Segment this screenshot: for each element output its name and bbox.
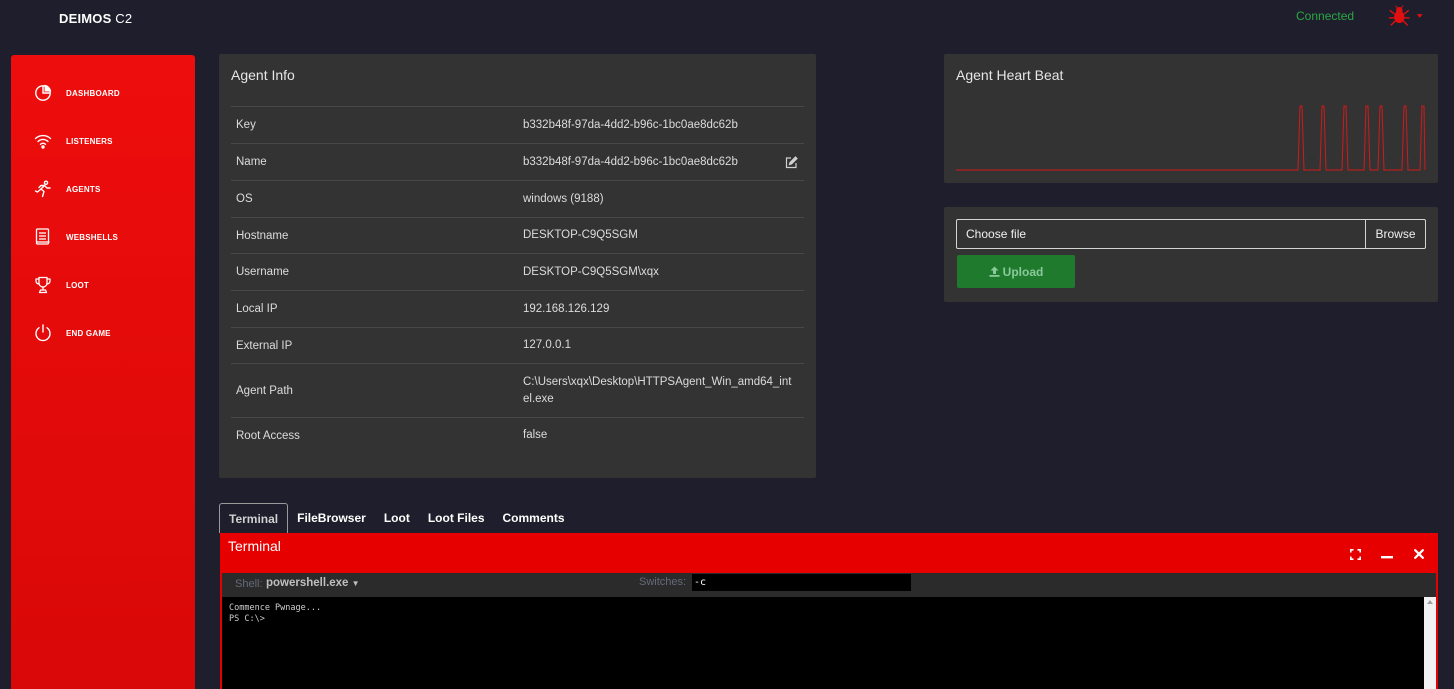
file-name-field[interactable]: Choose file <box>957 220 1365 248</box>
sidebar: DASHBOARD LISTENERS AGENTS WEBSHELLS LOO… <box>11 55 195 689</box>
tab-comments[interactable]: Comments <box>494 503 574 533</box>
close-icon[interactable] <box>1412 547 1426 561</box>
edit-name-icon[interactable] <box>785 156 798 169</box>
heartbeat-panel: Agent Heart Beat <box>944 54 1438 183</box>
terminal-output[interactable]: Commence Pwnage... PS C:\> <box>222 597 1424 689</box>
row-key: Name <box>231 143 518 181</box>
shell-select[interactable]: powershell.exe ▼ <box>266 577 360 589</box>
table-row: External IP 127.0.0.1 <box>231 327 804 364</box>
terminal-scrollbar[interactable] <box>1424 597 1436 689</box>
scroll-up-arrow-icon[interactable] <box>1427 600 1433 604</box>
connection-status: Connected <box>1296 9 1355 23</box>
shell-value: powershell.exe <box>266 577 349 589</box>
sidebar-item-label: DASHBOARD <box>66 88 120 98</box>
table-row: Key b332b48f-97da-4dd2-b96c-1bc0ae8dc62b <box>231 106 804 144</box>
row-key: Agent Path <box>231 363 518 418</box>
row-value: b332b48f-97da-4dd2-b96c-1bc0ae8dc62b <box>518 106 804 144</box>
brand-rest: C2 <box>111 11 133 26</box>
maximize-icon[interactable] <box>1348 547 1362 561</box>
power-icon <box>33 323 53 343</box>
sidebar-item-label: LISTENERS <box>66 136 113 146</box>
panel-title: Agent Info <box>231 67 295 83</box>
sidebar-item-agents[interactable]: AGENTS <box>33 177 183 201</box>
tab-loot[interactable]: Loot <box>375 503 419 533</box>
row-value: DESKTOP-C9Q5SGM <box>518 217 804 254</box>
upload-panel: Choose file Browse Upload <box>944 207 1438 302</box>
row-key: External IP <box>231 327 518 364</box>
terminal-title: Terminal <box>228 538 281 554</box>
trophy-icon <box>33 275 53 295</box>
shell-label: Shell: <box>235 578 263 590</box>
sidebar-item-loot[interactable]: LOOT <box>33 273 183 297</box>
agent-info-panel: Agent Info Key b332b48f-97da-4dd2-b96c-1b… <box>219 54 816 478</box>
row-key: Root Access <box>231 417 518 454</box>
switches-label: Switches: <box>639 576 687 588</box>
brand-bold: DEIMOS <box>59 11 112 26</box>
sidebar-item-dashboard[interactable]: DASHBOARD <box>33 81 183 105</box>
tab-terminal[interactable]: Terminal <box>219 503 289 533</box>
row-key: Key <box>231 106 518 144</box>
pie-chart-icon <box>33 83 53 103</box>
user-menu[interactable] <box>1388 5 1424 27</box>
tab-loot-files[interactable]: Loot Files <box>419 503 494 533</box>
heartbeat-line <box>956 105 1426 171</box>
row-key: Username <box>231 253 518 291</box>
table-row: Name b332b48f-97da-4dd2-b96c-1bc0ae8dc62b <box>231 143 804 181</box>
caret-down-icon <box>1416 14 1423 18</box>
agent-tabs: Terminal FileBrowser Loot Loot Files Com… <box>219 503 574 533</box>
heartbeat-chart <box>956 105 1426 171</box>
table-row: Username DESKTOP-C9Q5SGM\xqx <box>231 253 804 291</box>
sidebar-item-label: END GAME <box>66 328 111 338</box>
tab-filebrowser[interactable]: FileBrowser <box>288 503 375 533</box>
minimize-icon[interactable] <box>1380 547 1394 561</box>
sidebar-item-label: AGENTS <box>66 184 101 194</box>
row-value: windows (9188) <box>518 180 804 218</box>
row-key: Hostname <box>231 217 518 254</box>
terminal-toolbar: Shell: powershell.exe ▼ Switches: <box>222 573 1436 597</box>
row-value: 192.168.126.129 <box>518 290 804 328</box>
row-value: b332b48f-97da-4dd2-b96c-1bc0ae8dc62b <box>518 143 804 181</box>
running-figure-icon <box>33 179 53 199</box>
row-value: false <box>518 417 804 454</box>
agent-info-table: Key b332b48f-97da-4dd2-b96c-1bc0ae8dc62b … <box>231 106 804 454</box>
sidebar-item-label: WEBSHELLS <box>66 232 119 242</box>
upload-icon <box>989 266 1000 277</box>
sidebar-item-label: LOOT <box>66 280 90 290</box>
table-row: Hostname DESKTOP-C9Q5SGM <box>231 217 804 254</box>
upload-button[interactable]: Upload <box>957 255 1075 288</box>
browse-button[interactable]: Browse <box>1365 220 1425 248</box>
row-value: 127.0.0.1 <box>518 327 804 364</box>
brand-title: DEIMOS C2 <box>59 11 132 26</box>
switches-input[interactable] <box>692 574 911 591</box>
wifi-icon <box>33 131 53 151</box>
sidebar-item-end-game[interactable]: END GAME <box>33 321 183 345</box>
sidebar-item-listeners[interactable]: LISTENERS <box>33 129 183 153</box>
panel-title: Agent Heart Beat <box>956 67 1064 83</box>
table-row: Agent Path C:\Users\xqx\Desktop\HTTPSAgen… <box>231 363 804 418</box>
sidebar-item-webshells[interactable]: WEBSHELLS <box>33 225 183 249</box>
output-line: Commence Pwnage... <box>229 603 322 613</box>
caret-down-icon: ▼ <box>351 579 360 588</box>
file-chooser[interactable]: Choose file Browse <box>956 219 1426 249</box>
row-key: OS <box>231 180 518 218</box>
bug-avatar-icon <box>1388 5 1410 26</box>
document-icon <box>33 227 53 247</box>
upload-label: Upload <box>1002 264 1044 279</box>
terminal-panel: Terminal Shell: powershell.exe ▼ Switche… <box>220 533 1438 689</box>
table-row: OS windows (9188) <box>231 180 804 218</box>
row-key: Local IP <box>231 290 518 328</box>
table-row: Root Access false <box>231 417 804 454</box>
output-line: PS C:\> <box>229 614 265 624</box>
row-value: DESKTOP-C9Q5SGM\xqx <box>518 253 804 291</box>
table-row: Local IP 192.168.126.129 <box>231 290 804 328</box>
row-value: C:\Users\xqx\Desktop\HTTPSAgent_Win_amd6… <box>518 363 804 418</box>
